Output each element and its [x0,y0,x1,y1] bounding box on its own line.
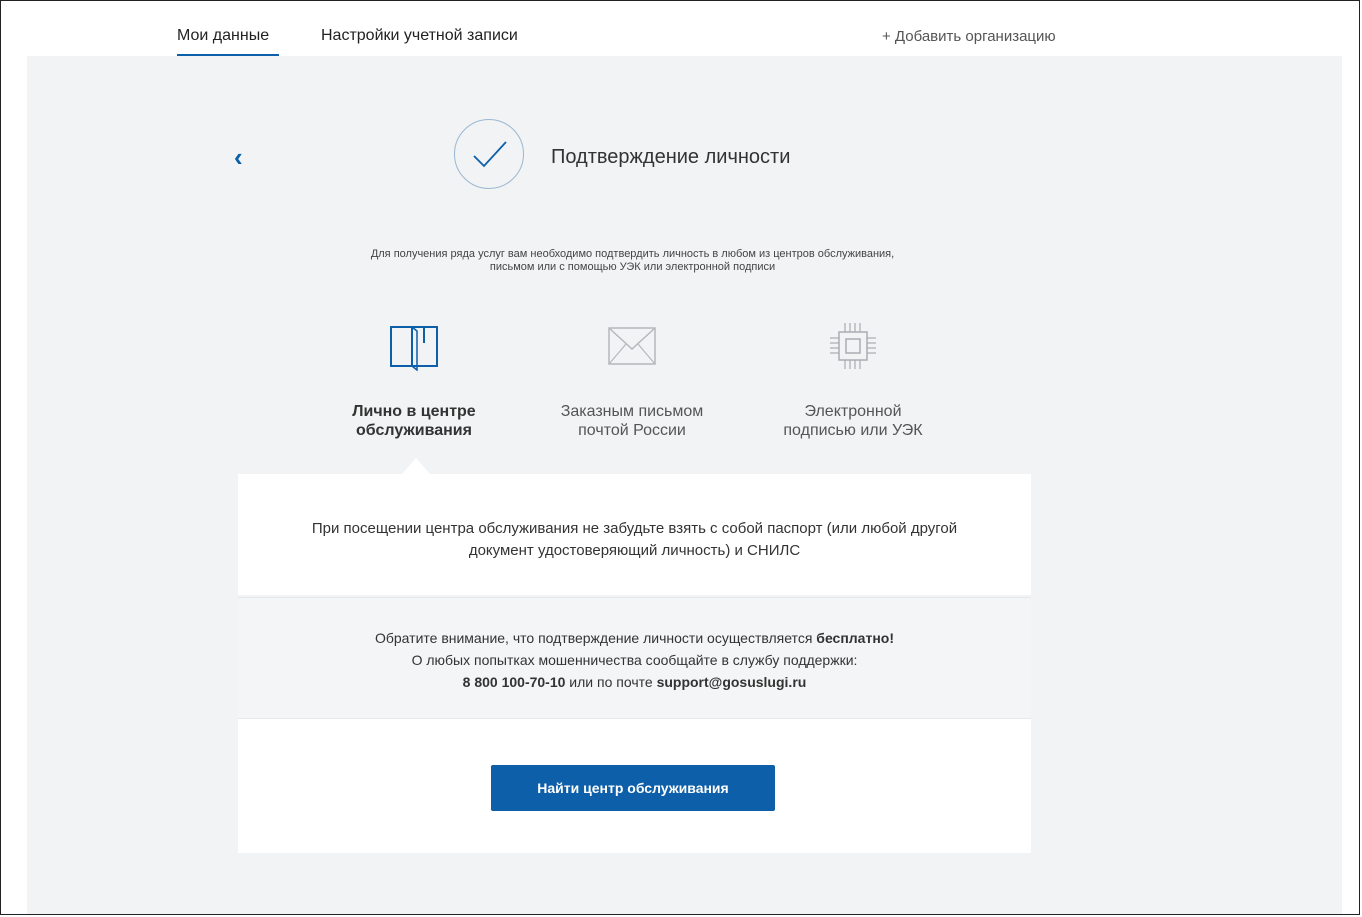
method-in-person-label: Лично в центре обслуживания [314,402,514,440]
notice-line-3-text: или по почте [565,674,657,690]
book-icon [314,320,514,372]
notice-line-2: О любых попытках мошенничества сообщайте… [411,652,858,668]
page-title: Подтверждение личности [551,146,791,168]
info-card-text: При посещении центра обслуживания не заб… [238,518,1031,562]
method-letter-line-1: Заказным письмом [560,403,704,420]
info-card: При посещении центра обслуживания не заб… [238,474,1031,595]
method-registered-letter[interactable]: Заказным письмом почтой России [532,320,732,440]
method-in-person-line-2: обслуживания [356,422,472,439]
support-phone: 8 800 100-70-10 [462,674,566,690]
method-signature-line-1: Электронной [804,403,902,420]
intro-line-1: Для получения ряда услуг вам необходимо … [370,248,895,260]
free-of-charge-text: бесплатно! [816,630,894,646]
active-method-pointer [402,458,430,474]
chevron-left-icon[interactable]: ‹ [234,144,243,170]
method-electronic-signature[interactable]: Электронной подписью или УЭК [753,320,953,440]
find-service-center-button[interactable]: Найти центр обслуживания [491,765,775,811]
notice-text: Обратите внимание, что подтверждение лич… [238,627,1031,693]
method-letter-label: Заказным письмом почтой России [532,402,732,440]
intro-line-2: письмом или с помощью УЭК или электронно… [489,261,776,273]
notice-line-1: Обратите внимание, что подтверждение лич… [238,627,1031,649]
notice-line-3: 8 800 100-70-10 или по почте support@gos… [238,671,1031,693]
tab-account-settings[interactable]: Настройки учетной записи [321,27,518,45]
chip-icon [753,320,953,372]
top-navigation: Мои данные Настройки учетной записи + До… [0,0,1362,56]
envelope-icon [532,320,732,372]
notice-box: Обратите внимание, что подтверждение лич… [238,597,1031,719]
method-letter-line-2: почтой России [578,422,686,439]
method-signature-line-2: подписью или УЭК [783,422,923,439]
method-in-person-line-1: Лично в центре [352,403,476,420]
add-organization-link[interactable]: + Добавить организацию [882,28,1056,45]
check-icon [454,119,524,189]
action-section: Найти центр обслуживания [238,719,1031,853]
method-in-person[interactable]: Лично в центре обслуживания [314,320,514,440]
support-email: support@gosuslugi.ru [656,674,807,690]
info-card-line-2: документ удостоверяющий личность) и СНИЛ… [468,542,801,559]
intro-text: Для получения ряда услуг вам необходимо … [270,248,995,274]
tab-my-data[interactable]: Мои данные [177,27,269,45]
notice-line-1-text: Обратите внимание, что подтверждение лич… [374,630,817,646]
info-card-line-1: При посещении центра обслуживания не заб… [311,520,958,537]
method-signature-label: Электронной подписью или УЭК [753,402,953,440]
